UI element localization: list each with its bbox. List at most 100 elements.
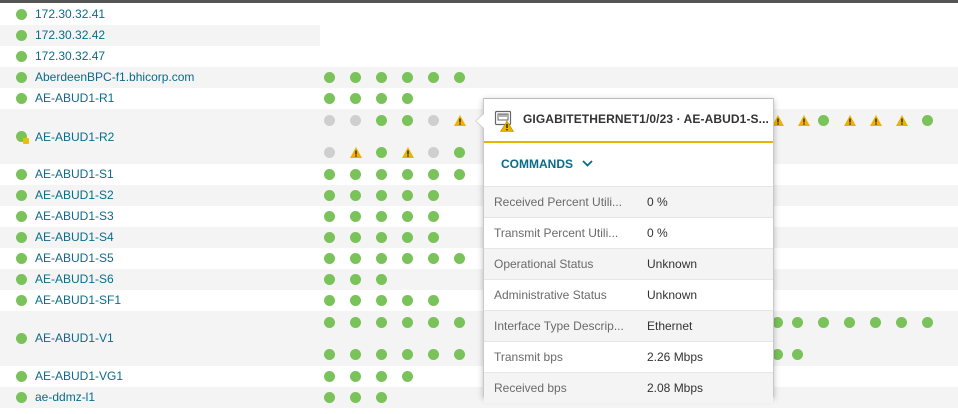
interface-up-icon[interactable] (350, 349, 361, 360)
interface-up-icon[interactable] (922, 317, 933, 328)
interface-up-icon[interactable] (350, 72, 361, 83)
interface-up-icon[interactable] (376, 115, 387, 126)
interface-up-icon[interactable] (350, 317, 361, 328)
interface-warning-icon[interactable] (896, 115, 908, 126)
interface-up-icon[interactable] (376, 169, 387, 180)
interface-up-icon[interactable] (428, 232, 439, 243)
interface-up-icon[interactable] (350, 211, 361, 222)
node-link[interactable]: 172.30.32.42 (35, 28, 105, 42)
interface-warning-icon[interactable] (350, 147, 362, 158)
interface-up-icon[interactable] (324, 371, 335, 382)
interface-up-icon[interactable] (350, 232, 361, 243)
node-link[interactable]: AE-ABUD1-R2 (35, 130, 114, 144)
interface-up-icon[interactable] (376, 72, 387, 83)
interface-up-icon[interactable] (376, 253, 387, 264)
node-link[interactable]: AE-ABUD1-SF1 (35, 293, 121, 307)
interface-up-icon[interactable] (428, 295, 439, 306)
interface-up-icon[interactable] (870, 317, 881, 328)
interface-up-icon[interactable] (454, 72, 465, 83)
interface-warning-icon[interactable] (798, 115, 810, 126)
interface-up-icon[interactable] (376, 317, 387, 328)
interface-up-icon[interactable] (324, 72, 335, 83)
interface-up-icon[interactable] (454, 147, 465, 158)
node-link[interactable]: AE-ABUD1-S4 (35, 230, 114, 244)
interface-up-icon[interactable] (792, 317, 803, 328)
node-link[interactable]: ae-ddmz-l1 (35, 390, 95, 404)
interface-up-icon[interactable] (402, 72, 413, 83)
interface-up-icon[interactable] (454, 317, 465, 328)
node-link[interactable]: AE-ABUD1-R1 (35, 91, 114, 105)
interface-up-icon[interactable] (376, 295, 387, 306)
interface-unknown-icon[interactable] (324, 147, 335, 158)
interface-up-icon[interactable] (324, 232, 335, 243)
interface-up-icon[interactable] (402, 115, 413, 126)
interface-up-icon[interactable] (402, 295, 413, 306)
interface-up-icon[interactable] (350, 253, 361, 264)
node-link[interactable]: AE-ABUD1-S5 (35, 251, 114, 265)
interface-up-icon[interactable] (350, 274, 361, 285)
interface-up-icon[interactable] (376, 349, 387, 360)
interface-up-icon[interactable] (818, 115, 829, 126)
interface-up-icon[interactable] (324, 190, 335, 201)
interface-up-icon[interactable] (402, 371, 413, 382)
interface-up-icon[interactable] (350, 190, 361, 201)
interface-up-icon[interactable] (454, 253, 465, 264)
interface-up-icon[interactable] (428, 211, 439, 222)
interface-up-icon[interactable] (350, 371, 361, 382)
interface-warning-icon[interactable] (402, 147, 414, 158)
interface-up-icon[interactable] (324, 169, 335, 180)
interface-up-icon[interactable] (428, 190, 439, 201)
interface-up-icon[interactable] (454, 169, 465, 180)
node-link[interactable]: AE-ABUD1-S3 (35, 209, 114, 223)
interface-up-icon[interactable] (376, 274, 387, 285)
interface-warning-icon[interactable] (870, 115, 882, 126)
interface-up-icon[interactable] (350, 93, 361, 104)
interface-up-icon[interactable] (376, 211, 387, 222)
interface-up-icon[interactable] (402, 169, 413, 180)
interface-up-icon[interactable] (922, 115, 933, 126)
interface-up-icon[interactable] (402, 349, 413, 360)
interface-up-icon[interactable] (324, 295, 335, 306)
interface-warning-icon[interactable] (844, 115, 856, 126)
interface-up-icon[interactable] (376, 392, 387, 403)
interface-up-icon[interactable] (428, 169, 439, 180)
node-link[interactable]: AberdeenBPC-f1.bhicorp.com (35, 70, 194, 84)
interface-up-icon[interactable] (428, 349, 439, 360)
interface-up-icon[interactable] (350, 392, 361, 403)
interface-up-icon[interactable] (428, 253, 439, 264)
interface-warning-icon[interactable] (454, 115, 466, 126)
interface-up-icon[interactable] (376, 147, 387, 158)
interface-up-icon[interactable] (428, 72, 439, 83)
interface-up-icon[interactable] (376, 190, 387, 201)
interface-unknown-icon[interactable] (428, 115, 439, 126)
commands-dropdown[interactable]: COMMANDS (501, 156, 593, 171)
node-link[interactable]: AE-ABUD1-S6 (35, 272, 114, 286)
node-link[interactable]: AE-ABUD1-V1 (35, 331, 114, 345)
interface-up-icon[interactable] (818, 317, 829, 328)
interface-up-icon[interactable] (402, 232, 413, 243)
interface-up-icon[interactable] (376, 232, 387, 243)
interface-up-icon[interactable] (350, 169, 361, 180)
interface-up-icon[interactable] (376, 371, 387, 382)
interface-unknown-icon[interactable] (350, 115, 361, 126)
interface-up-icon[interactable] (402, 253, 413, 264)
interface-up-icon[interactable] (324, 392, 335, 403)
interface-up-icon[interactable] (376, 93, 387, 104)
interface-up-icon[interactable] (324, 253, 335, 264)
interface-up-icon[interactable] (844, 317, 855, 328)
interface-up-icon[interactable] (324, 211, 335, 222)
node-link[interactable]: 172.30.32.47 (35, 49, 105, 63)
interface-up-icon[interactable] (428, 317, 439, 328)
interface-up-icon[interactable] (402, 93, 413, 104)
interface-up-icon[interactable] (324, 274, 335, 285)
interface-up-icon[interactable] (350, 295, 361, 306)
node-link[interactable]: AE-ABUD1-S2 (35, 188, 114, 202)
interface-up-icon[interactable] (324, 349, 335, 360)
interface-up-icon[interactable] (324, 93, 335, 104)
node-link[interactable]: AE-ABUD1-S1 (35, 167, 114, 181)
interface-up-icon[interactable] (792, 349, 803, 360)
node-link[interactable]: AE-ABUD1-VG1 (35, 369, 123, 383)
node-link[interactable]: 172.30.32.41 (35, 7, 105, 21)
interface-up-icon[interactable] (402, 190, 413, 201)
interface-up-icon[interactable] (896, 317, 907, 328)
